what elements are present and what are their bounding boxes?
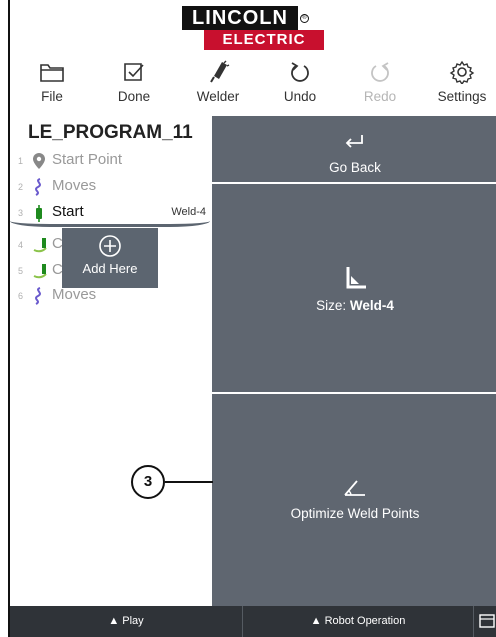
add-here-button[interactable]: Add Here xyxy=(62,228,158,288)
weld-seam-icon xyxy=(32,236,50,259)
toolbar: File Done Welder Undo Redo Settings xyxy=(10,58,496,114)
undo-icon xyxy=(291,62,309,82)
redo-button[interactable]: Redo xyxy=(342,58,418,114)
program-item-start-selected[interactable]: 3 Start Weld-4 xyxy=(10,200,210,226)
settings-label: Settings xyxy=(437,89,487,104)
go-back-button[interactable]: Go Back xyxy=(212,116,496,184)
item-number: 3 xyxy=(18,208,24,218)
return-arrow-icon xyxy=(345,135,363,148)
logo-line1: LINCOLN xyxy=(182,6,298,30)
weld-tag: Weld-4 xyxy=(171,206,206,218)
bottom-separator xyxy=(473,606,474,637)
location-pin-icon xyxy=(32,152,46,175)
app-frame: LINCOLN ® ELECTRIC File Done Welder Undo… xyxy=(8,0,496,637)
undo-button[interactable]: Undo xyxy=(262,58,338,114)
path-squiggle-icon xyxy=(32,178,46,201)
item-number: 4 xyxy=(18,240,24,250)
item-label: Start Point xyxy=(52,151,123,168)
checkbox-icon xyxy=(124,63,144,81)
angle-icon xyxy=(344,480,365,496)
item-label: Moves xyxy=(52,177,97,194)
weld-size-button[interactable]: Size: Weld-4 xyxy=(212,186,496,394)
welding-torch-icon xyxy=(210,60,230,83)
redo-icon xyxy=(371,62,389,82)
plus-circle-icon xyxy=(99,235,121,257)
optimize-weld-points-button[interactable]: Optimize Weld Points xyxy=(212,396,496,606)
weld-seam-icon xyxy=(32,262,50,285)
registered-mark: ® xyxy=(300,14,309,23)
keyboard-icon xyxy=(479,614,495,628)
torch-start-icon xyxy=(32,204,46,227)
file-label: File xyxy=(41,89,63,104)
lincoln-electric-logo: LINCOLN ® ELECTRIC xyxy=(182,6,332,52)
program-item-moves[interactable]: 2 Moves xyxy=(10,174,210,200)
optimize-label: Optimize Weld Points xyxy=(290,506,420,521)
item-label: Moves xyxy=(52,286,97,303)
logo-line2: ELECTRIC xyxy=(204,30,324,50)
done-button[interactable]: Done xyxy=(96,58,172,114)
file-button[interactable]: File xyxy=(14,58,90,114)
size-value: Weld-4 xyxy=(349,298,394,313)
path-squiggle-icon xyxy=(32,287,46,310)
robot-operation-button[interactable]: ▲ Robot Operation xyxy=(243,606,473,637)
gear-icon xyxy=(449,60,475,84)
add-here-label: Add Here xyxy=(82,261,138,276)
item-number: 5 xyxy=(18,266,24,276)
item-number: 2 xyxy=(18,182,24,192)
item-number: 1 xyxy=(18,156,24,166)
welder-button[interactable]: Welder xyxy=(180,58,256,114)
play-button[interactable]: ▲ Play xyxy=(10,606,242,637)
program-item-start-point[interactable]: 1 Start Point xyxy=(10,148,210,174)
folder-icon xyxy=(40,64,64,82)
go-back-label: Go Back xyxy=(329,160,381,175)
keyboard-button[interactable] xyxy=(476,606,496,637)
welder-label: Welder xyxy=(196,89,240,104)
redo-label: Redo xyxy=(363,89,397,104)
undo-label: Undo xyxy=(283,89,317,104)
callout-number: 3 xyxy=(131,465,165,499)
item-number: 6 xyxy=(18,291,24,301)
weld-size-icon xyxy=(346,267,366,289)
done-label: Done xyxy=(117,89,151,104)
size-prefix: Size: xyxy=(316,298,350,313)
item-label: Start xyxy=(52,203,84,220)
settings-button[interactable]: Settings xyxy=(424,58,496,114)
weld-size-label: Size: Weld-4 xyxy=(212,298,496,313)
callout-leader-line xyxy=(165,481,213,483)
action-panel: Go Back Size: Weld-4 Optimize Weld Point… xyxy=(212,116,496,606)
bottom-bar: ▲ Play ▲ Robot Operation xyxy=(10,606,496,637)
program-name: LE_PROGRAM_11 xyxy=(28,122,193,143)
